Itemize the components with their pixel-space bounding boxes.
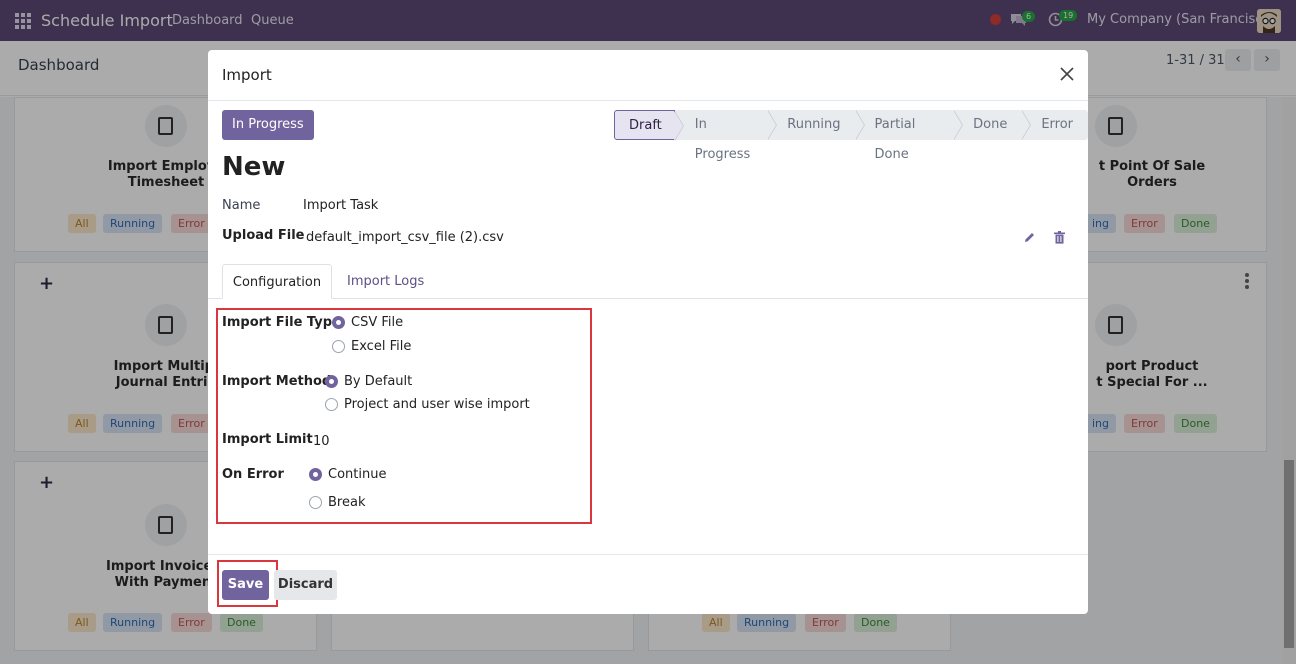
- save-button[interactable]: Save: [222, 570, 269, 600]
- tab-configuration[interactable]: Configuration: [222, 264, 332, 299]
- name-label: Name: [222, 198, 261, 213]
- continue-label[interactable]: Continue: [328, 467, 386, 482]
- tab-import-logs[interactable]: Import Logs: [332, 264, 439, 299]
- break-label[interactable]: Break: [328, 495, 365, 510]
- radio-excel-file[interactable]: [332, 340, 345, 353]
- close-icon[interactable]: [1058, 65, 1076, 83]
- radio-by-default[interactable]: [325, 375, 338, 388]
- edit-pencil-icon[interactable]: [1023, 231, 1036, 244]
- import-dialog: Import In Progress Draft In Progress Run…: [208, 50, 1088, 614]
- by-default-label[interactable]: By Default: [344, 374, 412, 389]
- in-progress-button[interactable]: In Progress: [222, 110, 314, 140]
- upload-file-label: Upload File: [222, 228, 305, 243]
- step-in-progress[interactable]: In Progress: [674, 110, 778, 162]
- dialog-title: Import: [222, 66, 272, 84]
- name-field[interactable]: Import Task: [303, 198, 378, 213]
- dialog-header: Import: [208, 50, 1088, 101]
- excel-file-label[interactable]: Excel File: [351, 339, 411, 354]
- radio-project-user-wise[interactable]: [325, 398, 338, 411]
- step-partial-done[interactable]: Partial Done: [854, 110, 964, 162]
- step-running[interactable]: Running: [767, 110, 865, 140]
- import-method-label: Import Method: [222, 374, 332, 389]
- dialog-footer: [208, 554, 1088, 614]
- on-error-label: On Error: [222, 467, 284, 482]
- status-bar: Draft In Progress Running Partial Done D…: [614, 110, 1088, 162]
- notebook-tabs: Configuration Import Logs: [208, 264, 1088, 299]
- discard-button[interactable]: Discard: [274, 570, 337, 600]
- trash-icon[interactable]: [1054, 231, 1065, 244]
- record-title: New: [222, 152, 286, 182]
- step-draft[interactable]: Draft: [614, 110, 684, 141]
- csv-file-label[interactable]: CSV File: [351, 315, 403, 330]
- import-limit-field[interactable]: 10: [313, 434, 330, 449]
- import-limit-label: Import Limit: [222, 432, 313, 447]
- radio-break[interactable]: [309, 496, 322, 509]
- import-file-type-label: Import File Type: [222, 315, 341, 330]
- step-error[interactable]: Error: [1021, 110, 1088, 140]
- project-user-wise-label[interactable]: Project and user wise import: [344, 397, 530, 412]
- radio-continue[interactable]: [309, 468, 322, 481]
- upload-file-name[interactable]: default_import_csv_file (2).csv: [306, 230, 504, 245]
- step-done[interactable]: Done: [953, 110, 1032, 140]
- radio-csv-file[interactable]: [332, 316, 345, 329]
